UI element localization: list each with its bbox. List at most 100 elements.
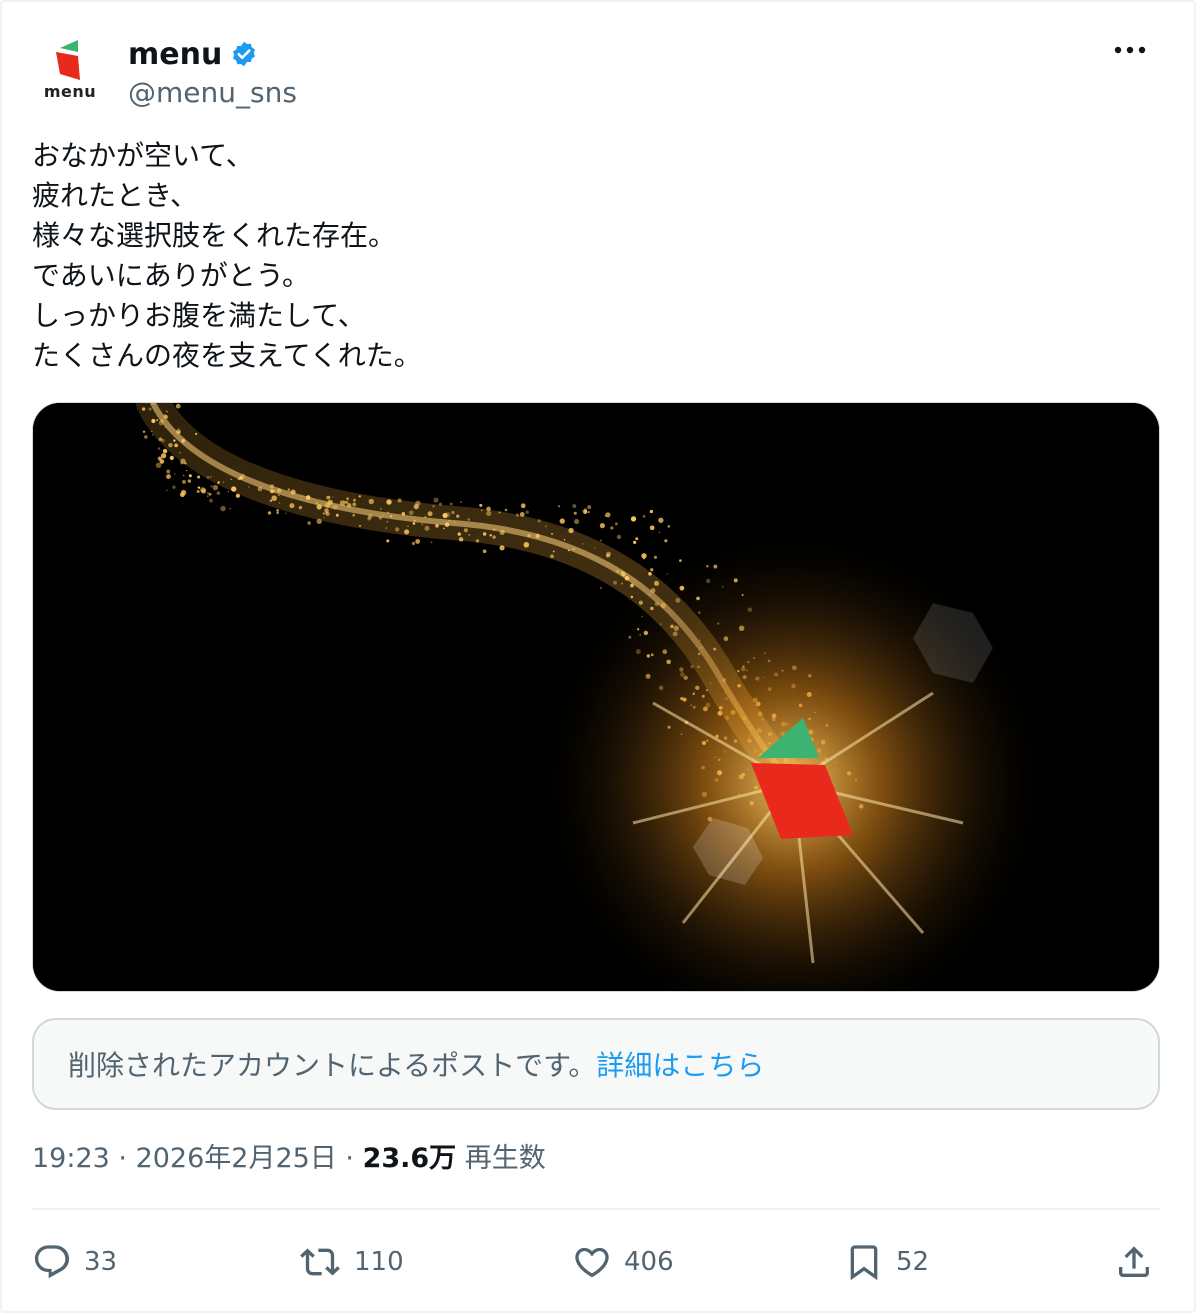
reply-icon [34,1245,70,1279]
share-icon [1119,1246,1149,1277]
sparkle-particle [178,427,180,430]
sparkle-particle [457,532,461,536]
like-count: 406 [624,1247,674,1277]
repost-button[interactable]: 110 [298,1236,404,1288]
sparkle-particle [323,517,325,519]
sparkle-particle [519,512,525,517]
sparkle-particle [599,523,605,529]
sparkle-particle [290,489,296,495]
sparkle-particle [664,539,668,543]
more-dots-icon [1114,46,1146,54]
sparkle-particle [332,496,334,498]
sparkle-particle [276,488,282,493]
sparkle-particle [289,503,295,509]
tweet-time[interactable]: 19:23 [32,1143,110,1174]
sparkle-particle [352,513,356,517]
sparkle-particle [499,529,505,536]
account-handle[interactable]: @menu_sns [128,76,297,109]
sparkle-particle [407,525,409,528]
sparkle-particle [621,572,626,577]
sparkle-particle [486,506,491,512]
sparkle-particle [316,518,322,525]
sparkle-particle [152,434,154,436]
display-name[interactable]: menu [128,37,222,72]
sparkle-particle [161,438,165,443]
sparkle-particle [411,541,416,546]
sparkle-particle [482,532,487,536]
sparkle-particle [620,582,623,585]
sparkle-particle [599,539,602,542]
sparkle-particle [594,547,596,549]
sparkle-particle [567,549,570,552]
sparkle-particle [438,502,442,506]
sparkle-particle [335,513,339,517]
tweet-line: であいにありがとう。 [32,259,311,292]
sparkle-particle [352,502,357,507]
avatar[interactable]: menu [34,34,106,106]
sparkle-particle [587,510,590,514]
sparkle-particle [604,514,607,517]
sparkle-particle [498,511,501,514]
sparkle-particle [444,522,450,527]
sparkle-particle [160,418,164,423]
sparkle-particle [424,515,427,519]
sparkle-particle [339,500,346,506]
sparkle-particle [424,525,430,531]
sparkle-particle [387,511,390,514]
sparkle-particle [408,510,414,516]
sparkle-particle [649,525,655,531]
sparkle-particle [492,535,496,539]
sparkle-particle [307,521,311,525]
sparkle-particle [658,517,664,523]
sparkle-particle [582,509,584,512]
sparkle-particle [624,576,630,581]
sparkle-particle [499,545,505,551]
sparkle-particle [649,509,653,514]
sparkle-particle [486,510,492,517]
tweet-text: おなかが空いて、 疲れたとき、 様々な選択肢をくれた存在。 であいにありがとう。… [32,136,1152,376]
sparkle-particle [257,486,263,492]
sparkle-particle [492,528,496,531]
sparkle-particle [208,498,214,503]
sparkle-particle [630,516,637,522]
sparkle-particle [643,557,645,560]
sparkle-particle [182,474,185,477]
share-button[interactable] [1114,1236,1154,1288]
sparkle-particle [467,518,471,521]
sparkle-particle [196,490,200,493]
sparkle-particle [210,485,213,488]
reply-button[interactable]: 33 [32,1236,117,1288]
sparkle-particle [184,461,187,465]
sparkle-particle [388,501,390,504]
tweet-line: 様々な選択肢をくれた存在。 [32,219,397,252]
like-button[interactable]: 406 [572,1236,674,1288]
notice-details-link[interactable]: 詳細はこちら [596,1044,764,1084]
sparkle-particle [163,414,167,418]
deleted-account-notice: 削除されたアカウントによるポストです。 詳細はこちら [32,1018,1160,1110]
sparkle-particle [324,508,329,513]
tweet-line: おなかが空いて、 [32,139,254,172]
sparkle-particle [610,526,614,530]
sparkle-particle [178,451,181,454]
sparkle-particle [155,462,162,469]
sparkle-particle [642,515,646,518]
sparkle-particle [599,587,602,589]
sparkle-particle [166,469,171,474]
sparkle-particle [367,514,373,519]
bookmark-button[interactable]: 52 [844,1236,929,1288]
sparkle-particle [267,511,272,515]
sparkle-particle [248,486,250,488]
tweet-media-video[interactable] [32,402,1160,992]
sparkle-particle [404,529,410,535]
sparkle-particle [605,512,611,518]
sparkle-particle [347,503,352,508]
sparkle-particle [633,540,637,544]
sparkle-particle [276,509,279,512]
sparkle-particle [442,527,445,530]
more-options-button[interactable] [1108,34,1152,66]
sparkle-particle [395,527,400,532]
logo-text: menu [43,82,97,101]
sparkle-particle [386,539,390,543]
tweet-date[interactable]: 2026年2月25日 [136,1143,337,1174]
sparkle-particle [222,481,225,483]
